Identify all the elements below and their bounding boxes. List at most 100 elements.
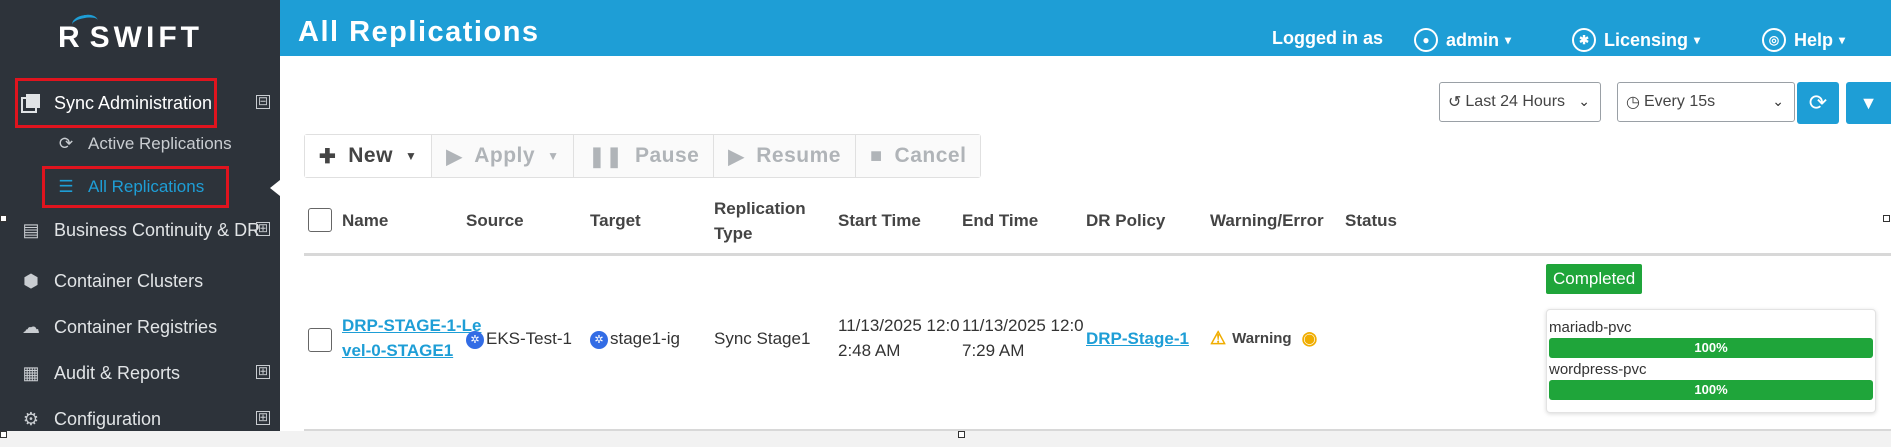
table-header: Name Source Target Replication Type Star…: [304, 186, 1891, 256]
name-line: vel-0-STAGE1: [342, 341, 454, 360]
header-line: Type: [714, 224, 753, 243]
top-header: All Replications Logged in as ● admin ▾ …: [280, 0, 1891, 56]
source-value: EKS-Test-1: [486, 329, 572, 348]
refresh-interval-select[interactable]: ◷ Every 15s ⌄: [1617, 82, 1795, 122]
column-header-name[interactable]: Name: [342, 208, 388, 233]
start-time-cell: 11/13/2025 12:0 2:48 AM: [838, 313, 960, 363]
sidebar-item-label: Container Registries: [54, 316, 218, 337]
sidebar-item-label: Business Continuity & DR: [54, 219, 261, 240]
expand-icon[interactable]: ⊞: [256, 222, 270, 236]
resize-handle[interactable]: [0, 215, 7, 222]
refresh-button[interactable]: ⟳: [1797, 82, 1839, 124]
pvc-progress-item: mariadb-pvc 100%: [1549, 318, 1873, 358]
pvc-name: wordpress-pvc: [1549, 361, 1647, 378]
resume-button[interactable]: ▶ Resume: [714, 135, 856, 177]
new-button[interactable]: ✚ New ▼: [305, 135, 433, 177]
filter-icon: ▼: [1859, 92, 1878, 113]
column-header-replication-type[interactable]: Replication Type: [714, 196, 806, 246]
column-header-end-time[interactable]: End Time: [962, 208, 1038, 233]
warning-label: Warning: [1232, 330, 1292, 347]
page-title: All Replications: [298, 16, 540, 48]
pvc-progress-panel: mariadb-pvc 100% wordpress-pvc 100%: [1546, 309, 1876, 413]
cancel-button-label: Cancel: [894, 144, 967, 167]
pause-button-label: Pause: [634, 144, 700, 167]
progress-bar: 100%: [1549, 338, 1873, 358]
help-menu[interactable]: ◎ Help ▾: [1762, 28, 1845, 52]
sidebar-item-container-clusters[interactable]: ⬢ Container Clusters: [0, 262, 280, 300]
pause-button[interactable]: ❚❚ Pause: [574, 135, 715, 177]
logo-text: SWIFT: [89, 21, 203, 54]
resize-handle[interactable]: [0, 431, 7, 438]
bottom-strip: [0, 431, 1891, 447]
app-logo[interactable]: R SWIFT: [58, 18, 203, 58]
warning-indicator[interactable]: ⚠ Warning ◉: [1210, 328, 1317, 349]
sidebar-item-audit-reports[interactable]: ▦ Audit & Reports ⊞: [0, 354, 280, 392]
user-menu[interactable]: ● admin ▾: [1414, 28, 1511, 52]
chevron-down-icon: ▾: [1694, 33, 1701, 47]
new-button-label: New: [348, 144, 393, 167]
play-circle-icon: ▶: [728, 145, 745, 168]
replication-type-cell: Sync Stage1: [714, 329, 811, 348]
pvc-name: mariadb-pvc: [1549, 319, 1632, 336]
user-name: admin: [1446, 29, 1500, 50]
resume-button-label: Resume: [756, 144, 841, 167]
resize-handle[interactable]: [1883, 215, 1890, 222]
filter-button[interactable]: ▼: [1846, 82, 1891, 124]
replication-name-link[interactable]: DRP-STAGE-1-Le vel-0-STAGE1: [342, 313, 481, 363]
end-time-line: 7:29 AM: [962, 341, 1025, 360]
collapse-icon[interactable]: ⊟: [256, 95, 270, 109]
row-checkbox[interactable]: [308, 328, 332, 352]
progress-bar: 100%: [1549, 380, 1873, 400]
scroll-icon: ▤: [22, 219, 40, 240]
table-icon: ▦: [22, 362, 40, 383]
licensing-label: Licensing: [1604, 29, 1689, 50]
cube-icon: ⬢: [23, 270, 39, 291]
column-header-source[interactable]: Source: [466, 208, 524, 233]
kubernetes-icon: ✲: [590, 331, 608, 349]
sidebar: R SWIFT Sync Administration ⊟ ⟳ Active R…: [0, 0, 280, 431]
name-line: DRP-STAGE-1-Le: [342, 316, 482, 335]
start-time-line: 2:48 AM: [838, 341, 901, 360]
sidebar-item-label: Configuration: [54, 408, 162, 429]
warning-triangle-icon: ⚠: [1210, 328, 1227, 348]
sidebar-item-business-continuity[interactable]: ▤ Business Continuity & DR ⊞: [0, 211, 280, 249]
header-line: Replication: [714, 199, 806, 218]
sync-icon: ⟳: [58, 134, 74, 153]
column-header-warning-error[interactable]: Warning/Error: [1210, 208, 1324, 233]
help-label: Help: [1794, 29, 1834, 50]
lifebuoy-icon: ◎: [1762, 28, 1786, 52]
dr-policy-link[interactable]: DRP-Stage-1: [1086, 326, 1189, 351]
end-time-cell: 11/13/2025 12:0 7:29 AM: [962, 313, 1084, 363]
logged-in-label: Logged in as: [1272, 28, 1384, 48]
history-icon: ↺: [1448, 94, 1462, 111]
action-toolbar: ✚ New ▼ ▶ Apply ▼ ❚❚ Pause ▶ Resume ■ Ca…: [304, 134, 982, 178]
sidebar-item-container-registries[interactable]: ☁ Container Registries: [0, 308, 280, 346]
column-header-start-time[interactable]: Start Time: [838, 208, 921, 233]
source-cell: ✲ EKS-Test-1: [466, 326, 572, 351]
expand-icon[interactable]: ⊞: [256, 365, 270, 379]
chevron-down-icon: ▾: [1839, 33, 1846, 47]
clock-icon: ◷: [1626, 94, 1640, 111]
sidebar-subitem-active-replications[interactable]: ⟳ Active Replications: [56, 129, 232, 159]
column-header-target[interactable]: Target: [590, 208, 641, 233]
progress-fill: 100%: [1549, 338, 1873, 358]
gears-icon: ⚙: [22, 408, 40, 429]
eye-icon[interactable]: ◉: [1302, 328, 1318, 349]
expand-icon[interactable]: ⊞: [256, 411, 270, 425]
licensing-menu[interactable]: ✱ Licensing ▾: [1572, 28, 1700, 52]
column-header-dr-policy[interactable]: DR Policy: [1086, 208, 1165, 233]
time-range-value: Last 24 Hours: [1465, 93, 1566, 110]
column-header-status[interactable]: Status: [1345, 208, 1397, 233]
select-all-checkbox[interactable]: [308, 208, 332, 232]
chevron-down-icon: ⌄: [1578, 93, 1590, 109]
apply-button-label: Apply: [474, 144, 536, 167]
apply-button[interactable]: ▶ Apply ▼: [432, 135, 575, 177]
time-range-select[interactable]: ↺ Last 24 Hours ⌄: [1439, 82, 1601, 122]
main-content: ↺ Last 24 Hours ⌄ ◷ Every 15s ⌄ ⟳ ▼ ✚ Ne…: [280, 56, 1891, 431]
plus-icon: ✚: [319, 145, 337, 168]
sidebar-subitem-label: Active Replications: [88, 134, 232, 153]
cancel-button[interactable]: ■ Cancel: [855, 135, 981, 177]
logo-mark: R: [58, 21, 84, 54]
active-indicator: [270, 180, 280, 196]
resize-handle[interactable]: [958, 431, 965, 438]
